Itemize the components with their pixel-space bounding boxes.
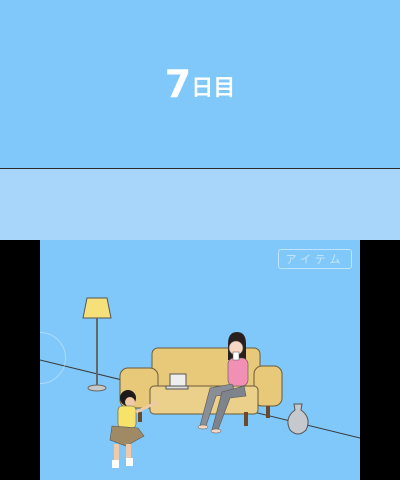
game-scene[interactable]: アイテム (40, 240, 360, 480)
living-room-illustration (40, 297, 360, 468)
top-screen-lower-band (0, 169, 400, 240)
day-number: 7 (164, 62, 192, 106)
day-suffix: 日目 (191, 76, 236, 101)
top-screen: 7日目 (0, 0, 400, 168)
day-counter-title: 7日目 (0, 62, 400, 111)
floor-lamp-icon[interactable] (82, 297, 112, 392)
item-button[interactable]: アイテム (278, 249, 352, 269)
vase-icon[interactable] (287, 403, 309, 435)
sofa-icon[interactable] (119, 347, 283, 426)
